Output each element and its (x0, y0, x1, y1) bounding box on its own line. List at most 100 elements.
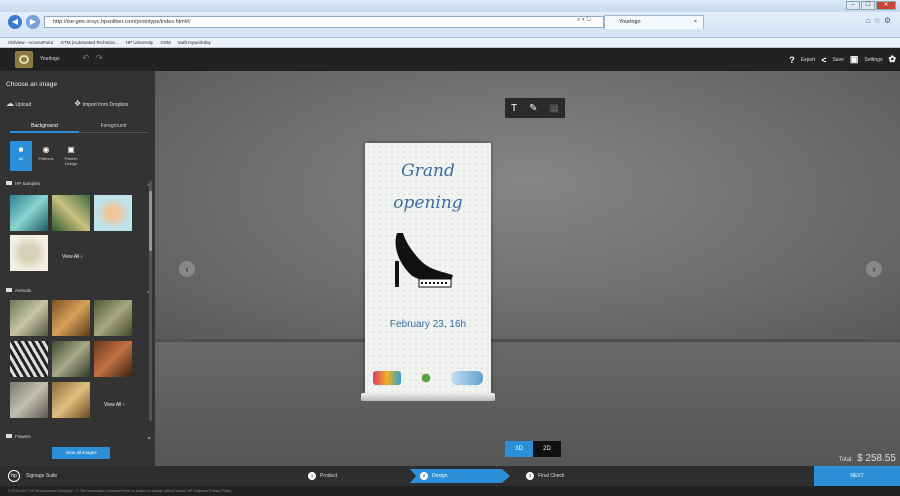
image-thumbnail[interactable] (10, 382, 48, 418)
settings-button[interactable]: Settings (864, 57, 882, 63)
image-sidebar: Choose an image ☁ Upload ❖ Import from D… (0, 71, 155, 466)
folder-icon (6, 434, 12, 438)
save-button[interactable]: Save (832, 57, 843, 63)
chevron-down-icon: ⌄ (146, 434, 152, 441)
section-animals[interactable]: Animals⌄ (6, 288, 152, 295)
window-controls: – ☐ ✕ (846, 1, 896, 10)
type-label: Pattern Design (64, 156, 78, 166)
image-thumbnail[interactable] (52, 300, 90, 336)
banner-stand-base (361, 393, 495, 401)
step-label: Final Check (538, 473, 565, 479)
toggle-3d[interactable]: 3D (505, 441, 533, 457)
next-button[interactable]: NEXT (814, 466, 900, 486)
step-product[interactable]: 1 Product (298, 469, 406, 483)
image-type-filters: ■ All ◉ Patterns ▣ Pattern Design (10, 141, 82, 171)
home-star-gear-icons[interactable]: ⌂☆⚙ (866, 16, 894, 25)
next-arrow-icon[interactable]: › (866, 261, 882, 277)
text-tool-icon[interactable]: T (511, 103, 517, 114)
floor-edge (155, 339, 900, 342)
image-thumbnail[interactable] (94, 300, 132, 336)
back-icon[interactable]: ◀ (8, 15, 22, 29)
type-label: Patterns (38, 156, 54, 161)
upload-label: Upload (15, 102, 32, 108)
maximize-button[interactable]: ☐ (861, 1, 875, 10)
image-thumbnail[interactable] (52, 195, 90, 231)
section-hp-samples[interactable]: HP Samples⌄ (6, 181, 152, 188)
browser-tab[interactable]: Yourlogo × (604, 15, 704, 29)
search-refresh-icon[interactable]: ⌕ ▾ ↻ (577, 17, 591, 24)
forward-icon[interactable]: ▶ (26, 15, 40, 29)
undo-redo-icon[interactable]: ↶↷ (82, 53, 109, 64)
pattern-icon: ◉ (42, 145, 50, 154)
tab-close-icon[interactable]: × (694, 16, 697, 29)
view-all-label: View All (62, 254, 80, 260)
step-number: 2 (420, 472, 428, 480)
sidebar-scroll-thumb[interactable] (149, 191, 152, 251)
close-window-button[interactable]: ✕ (876, 1, 896, 10)
design-canvas: T ✎ ▦ ‹ › Grand opening February 23, 16h… (155, 71, 900, 466)
image-thumbnail[interactable] (94, 195, 132, 231)
favorite-link[interactable]: GSM (160, 40, 170, 45)
step-number: 1 (308, 472, 316, 480)
image-thumbnail[interactable] (10, 235, 48, 271)
step-number: 3 (526, 472, 534, 480)
brand-name: Signage Suite (26, 473, 58, 479)
favorite-link[interactable]: swift.myworkday (178, 40, 211, 45)
type-all[interactable]: ■ All (10, 141, 32, 171)
edit-toolbar: T ✎ ▦ (505, 98, 565, 118)
view-all-images-button[interactable]: View all images (52, 447, 110, 459)
image-thumbnail[interactable] (52, 382, 90, 418)
grid-icon[interactable]: ▦ (550, 103, 559, 114)
favorites-bar: OldView - AccessPoint GTM (Automated Tec… (0, 38, 900, 48)
share-icon[interactable]: < (821, 55, 826, 65)
type-patterns[interactable]: ◉ Patterns (35, 141, 57, 171)
gear-icon[interactable]: ✿ (888, 54, 896, 65)
sidebar-title: Choose an image (6, 81, 57, 88)
save-icon[interactable]: ▣ (850, 54, 859, 65)
cloud-upload-icon: ☁ (6, 99, 14, 108)
minimize-button[interactable]: – (846, 1, 860, 10)
dropbox-button[interactable]: ❖ Import from Dropbox (74, 99, 128, 108)
image-thumbnail[interactable] (94, 341, 132, 377)
type-pattern-design[interactable]: ▣ Pattern Design (60, 141, 82, 171)
sponsor-logo-2 (419, 371, 433, 385)
favorite-link[interactable]: GTM (Automated Technicie... (60, 40, 118, 45)
address-bar[interactable]: http://ise-gmr.orsyc.hpsolibet.com/proto… (44, 16, 604, 28)
sponsor-logo-1 (373, 371, 401, 385)
type-label: All (18, 156, 24, 161)
image-thumbnail[interactable] (10, 195, 48, 231)
folder-icon (6, 288, 12, 292)
step-label: Design (432, 473, 448, 479)
view-all-label: View All (104, 402, 122, 408)
step-final-check[interactable]: 3 Final Check (516, 469, 624, 483)
previous-arrow-icon[interactable]: ‹ (179, 261, 195, 277)
toggle-2d[interactable]: 2D (533, 441, 561, 457)
app-header: Yourlogo ↶↷ ? Export < Save ▣ Settings ✿ (0, 48, 900, 71)
favorite-link[interactable]: HP University (126, 40, 153, 45)
section-flowers[interactable]: Flowers ⌄ (6, 434, 152, 441)
upload-button[interactable]: ☁ Upload (6, 99, 31, 108)
rollup-banner[interactable]: Grand opening February 23, 16h (365, 143, 491, 395)
image-thumbnail[interactable] (52, 341, 90, 377)
image-thumbnail[interactable] (10, 300, 48, 336)
tab-background[interactable]: Background (10, 121, 79, 133)
wizard-bar: hp Signage Suite 1 Product 2 Design 3 Final… (0, 466, 900, 486)
banner-date: February 23, 16h (389, 319, 467, 330)
app-name: Yourlogo (40, 56, 60, 62)
sponsor-logo-3 (451, 371, 483, 385)
total-value: $ 258.55 (857, 453, 896, 464)
browser-nav-bar: ◀ ▶ http://ise-gmr.orsyc.hpsolibet.com/p… (0, 12, 900, 38)
banner-title-line1: Grand (401, 161, 455, 181)
help-button[interactable]: ? (789, 55, 795, 65)
edit-icon[interactable]: ✎ (529, 103, 537, 114)
image-thumbnail[interactable] (10, 341, 48, 377)
step-design[interactable]: 2 Design (410, 469, 510, 483)
folder-icon (6, 181, 12, 185)
view-all-link[interactable]: View All › (62, 254, 82, 260)
favorite-link[interactable]: OldView - AccessPoint (8, 40, 53, 45)
tab-foreground[interactable]: Foreground (79, 121, 148, 133)
export-button[interactable]: Export (801, 57, 815, 63)
banner-title-line2: opening (393, 193, 463, 213)
tab-title: Yourlogo (619, 19, 641, 25)
view-all-link[interactable]: View All › (104, 402, 124, 408)
